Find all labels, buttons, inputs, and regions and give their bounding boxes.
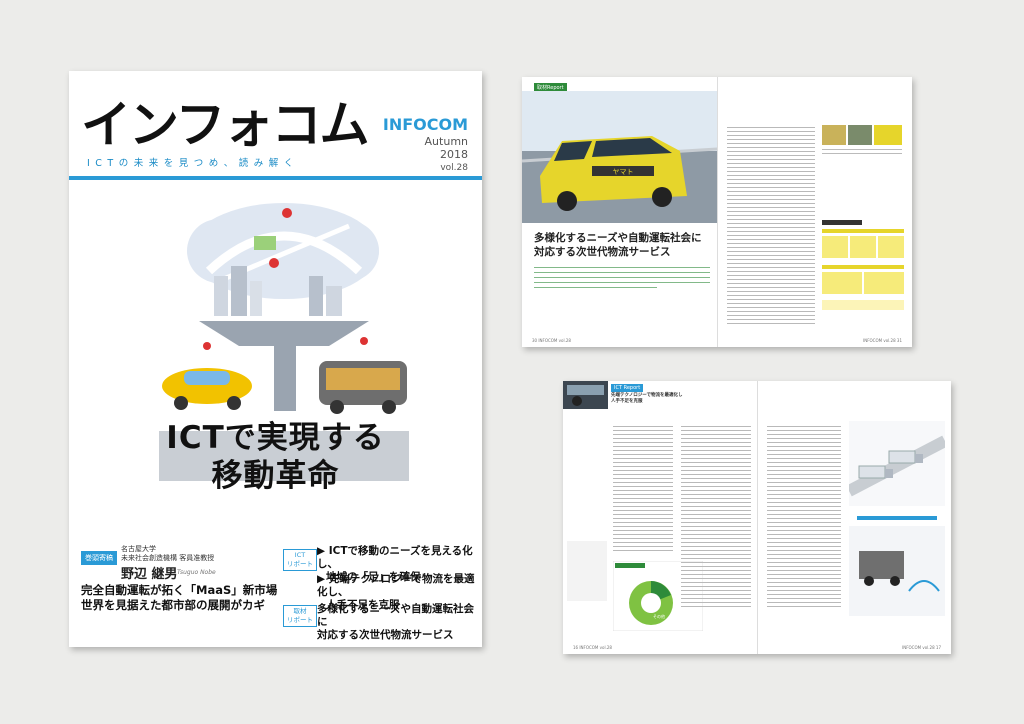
author-affiliation-1: 名古屋大学 (121, 545, 156, 553)
feature-title-line2: 世界を見据えた都市部の展開がカギ (81, 598, 265, 612)
spread2-title-line2: 人手不足を克服 (611, 399, 643, 404)
cover-masthead: インフォコム (81, 95, 369, 154)
author-name: 野辺 継男 (121, 567, 178, 582)
spread1-folio-right: INFOCOM vol.28 31 (863, 338, 902, 343)
building (250, 281, 262, 316)
feature-title: 完全自動運転が拓く「MaaS」新市場 世界を見据えた都市部の展開がカギ (81, 583, 277, 613)
spread1-title: 多様化するニーズや自動運転社会に 対応する次世代物流サービス (534, 231, 710, 259)
spread2-sidebar-box (567, 541, 607, 601)
spread-gutter (717, 77, 718, 347)
spread2-body-col2 (681, 426, 751, 610)
cover-headline-line2: 移動革命 (211, 458, 340, 494)
cover-headline: ICTで実現する 移動革命 (69, 419, 482, 495)
ict-report-tag-line1: ICT (294, 551, 306, 559)
ict-report-item-2-line1: ▶ 先端テクノロジーで物流を最適化し、 (317, 573, 475, 598)
spread2-section-tag: ICT Report (611, 384, 644, 392)
wheel (227, 396, 241, 410)
spread1-body-text (727, 127, 815, 327)
map-pin-icon (269, 258, 279, 268)
ict-report-item-1-line1: ▶ ICTで移動のニーズを見える化し、 (317, 545, 473, 570)
cover-issue: vol.28 (440, 163, 468, 173)
wheel (174, 396, 188, 410)
spread1-title-line1: 多様化するニーズや自動運転社会に (534, 232, 702, 244)
spread1-folio-left: 30 INFOCOM vol.28 (532, 338, 571, 343)
cover-year: 2018 (440, 148, 468, 161)
coverage-report-title: 多様化するニーズや自動運転社会に 対応する次世代物流サービス (317, 603, 482, 642)
cover-accent-bar (69, 176, 482, 180)
spread2-folio-left: 16 INFOCOM vol.28 (573, 645, 612, 650)
cover-season: Autumn 2018 (425, 135, 468, 161)
coverage-report-tag-line2: リポート (287, 616, 313, 624)
coverage-report-tag-line1: 取材 (293, 607, 307, 615)
cargo-window (326, 368, 400, 390)
car-interior-photo (563, 381, 608, 409)
coverage-report-title-line1: 多様化するニーズや自動運転社会に (317, 603, 474, 628)
spread1-lead (534, 264, 710, 292)
cover-headline-line1: ICTで実現する (166, 420, 385, 456)
spread2-body-col1 (613, 426, 673, 554)
spread-gutter (757, 381, 758, 654)
cover-tagline: ICTの未来を見つめ、読み解く (87, 158, 299, 169)
building (214, 276, 228, 316)
van-sign-text: ヤマト (613, 168, 634, 176)
ict-report-tag-line2: リポート (287, 560, 313, 568)
magazine-cover: インフォコム ICTの未来を見つめ、読み解く INFOCOM Autumn 20… (69, 71, 482, 647)
spread1-title-line2: 対応する次世代物流サービス (534, 246, 671, 258)
feature-tag: 巻頭寄稿 (81, 551, 117, 565)
building (326, 286, 342, 316)
author-latin: Tsuguo Nobe (177, 569, 216, 576)
pillar (274, 341, 296, 411)
feature-title-line1: 完全自動運転が拓く「MaaS」新市場 (81, 583, 278, 597)
park-block (254, 236, 276, 250)
cargo-vehicle (859, 551, 904, 579)
taxi-window (184, 371, 230, 385)
delivery-van-photo: ヤマト (522, 91, 717, 223)
spread2-body-col3 (767, 426, 841, 610)
signal-icon (203, 342, 211, 350)
spread2-title: 先端テクノロジーで物流を最適化し 人手不足を克服 (611, 393, 682, 405)
spread1-infographic (822, 220, 904, 315)
author-affiliation-2: 未来社会創造機構 客員准教授 (121, 554, 215, 562)
article-spread-logistics: 取材Report ヤマト 多様化するニーズや自動運転社会に 対応する次世代物流サ… (522, 77, 912, 347)
spread1-photo-grid (822, 125, 902, 170)
spread2-folio-right: INFOCOM vol.28 17 (902, 645, 941, 650)
ict-report-tag: ICT リポート (283, 549, 317, 571)
spread2-truck-illustration (849, 421, 945, 616)
cover-season-name: Autumn (424, 135, 468, 148)
pie-label: その他 (653, 613, 665, 619)
map-pin-icon (282, 208, 292, 218)
building (231, 266, 247, 316)
article-spread-ict: ICT Report 先端テクノロジーで物流を最適化し 人手不足を克服 その他 (563, 381, 951, 654)
wheel (382, 400, 396, 414)
coverage-report-title-line2: 対応する次世代物流サービス (317, 629, 454, 641)
infocom-logo: INFOCOM (382, 115, 468, 134)
coverage-report-tag: 取材 リポート (283, 605, 317, 627)
wheel (330, 400, 344, 414)
signal-icon (360, 337, 368, 345)
building (309, 276, 323, 316)
